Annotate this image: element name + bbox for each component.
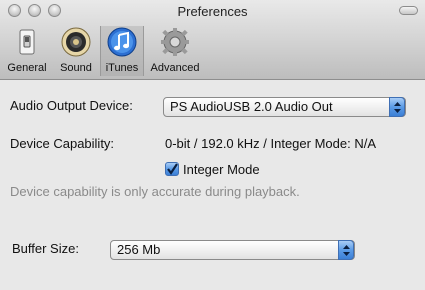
tab-general[interactable]: General <box>4 26 50 76</box>
output-device-label: Audio Output Device: <box>10 98 133 113</box>
tab-general-label: General <box>7 62 47 74</box>
toolbar-toggle-button[interactable] <box>399 6 418 15</box>
integer-mode-checkbox[interactable] <box>165 162 179 176</box>
tab-advanced-label: Advanced <box>150 62 200 74</box>
switch-icon <box>10 26 44 60</box>
toolbar: Preferences General Sound iTunes Advance… <box>0 0 425 80</box>
speaker-icon <box>59 26 93 60</box>
tab-itunes-label: iTunes <box>105 62 139 74</box>
buffer-size-value: 256 Mb <box>117 242 161 257</box>
tab-sound[interactable]: Sound <box>54 26 98 76</box>
output-device-value: PS AudioUSB 2.0 Audio Out <box>170 99 333 114</box>
gear-icon <box>158 26 192 60</box>
window-title: Preferences <box>177 4 248 19</box>
popup-arrows-icon <box>389 97 405 117</box>
popup-arrows-icon <box>338 240 354 260</box>
tab-sound-label: Sound <box>60 62 92 74</box>
capability-label: Device Capability: <box>10 136 115 151</box>
preferences-content: Audio Output Device: PS AudioUSB 2.0 Aud… <box>0 80 425 290</box>
output-device-popup[interactable]: PS AudioUSB 2.0 Audio Out <box>163 97 406 117</box>
capability-value: 0-bit / 192.0 kHz / Integer Mode: N/A <box>165 136 376 151</box>
buffer-size-popup[interactable]: 256 Mb <box>110 240 355 260</box>
capability-note: Device capability is only accurate durin… <box>10 184 300 199</box>
tab-advanced[interactable]: Advanced <box>146 26 204 76</box>
music-note-icon <box>105 26 139 60</box>
tab-itunes[interactable]: iTunes <box>100 26 144 76</box>
buffer-size-label: Buffer Size: <box>12 241 79 256</box>
preferences-window: Preferences General Sound iTunes Advance… <box>0 0 425 290</box>
integer-mode-label: Integer Mode <box>183 162 260 177</box>
